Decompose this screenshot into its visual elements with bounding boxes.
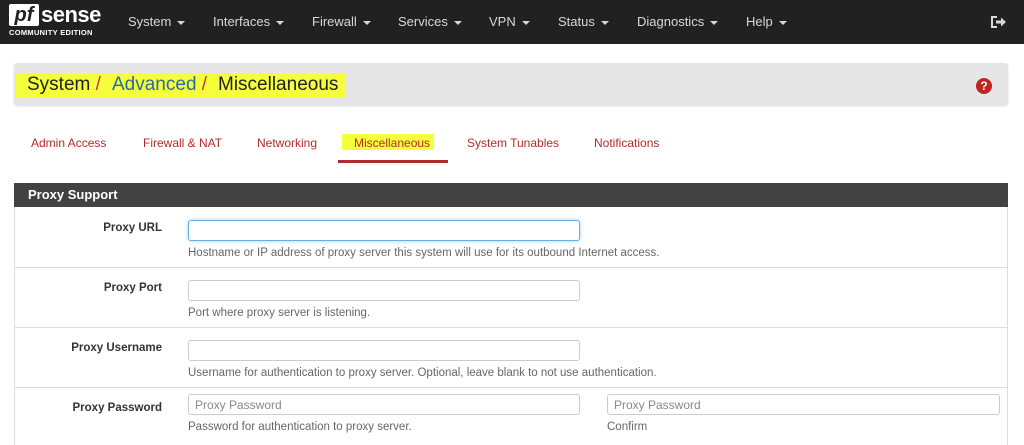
- tab-notifications[interactable]: Notifications: [594, 134, 659, 152]
- nav-firewall[interactable]: Firewall: [312, 0, 371, 44]
- nav-diagnostics-label: Diagnostics: [637, 14, 705, 29]
- proxy-port-help: Port where proxy server is listening.: [188, 307, 371, 319]
- caret-down-icon: [177, 20, 186, 25]
- nav-help-label: Help: [746, 14, 773, 29]
- proxy-username-help: Username for authentication to proxy ser…: [188, 367, 657, 379]
- logo-pf-mark: pf: [9, 4, 39, 26]
- nav-diagnostics[interactable]: Diagnostics: [637, 0, 719, 44]
- top-navbar: pf sense COMMUNITY EDITION System Interf…: [0, 0, 1024, 44]
- nav-status[interactable]: Status: [558, 0, 609, 44]
- nav-help[interactable]: Help: [746, 0, 787, 44]
- breadcrumb-advanced[interactable]: Advanced /: [112, 71, 207, 99]
- proxy-port-input[interactable]: [188, 280, 580, 301]
- logo-sense-text: sense: [41, 2, 101, 27]
- nav-interfaces[interactable]: Interfaces: [213, 0, 285, 44]
- proxy-username-input[interactable]: [188, 340, 580, 361]
- tab-networking[interactable]: Networking: [257, 134, 317, 152]
- nav-services[interactable]: Services: [398, 0, 462, 44]
- nav-interfaces-label: Interfaces: [213, 14, 271, 29]
- caret-down-icon: [600, 20, 609, 25]
- caret-down-icon: [521, 20, 530, 25]
- nav-firewall-label: Firewall: [312, 14, 357, 29]
- active-tab-underline: [338, 160, 448, 163]
- caret-down-icon: [362, 20, 371, 25]
- proxy-url-input[interactable]: [188, 220, 580, 241]
- tab-system-tunables[interactable]: System Tunables: [467, 134, 559, 152]
- proxy-password-confirm-input[interactable]: [607, 394, 1000, 415]
- proxy-url-help: Hostname or IP address of proxy server t…: [188, 247, 660, 259]
- proxy-password-label: Proxy Password: [72, 402, 162, 414]
- sign-out-icon[interactable]: [990, 14, 1006, 30]
- breadcrumb-system[interactable]: System /: [27, 71, 101, 99]
- nav-services-label: Services: [398, 14, 448, 29]
- proxy-username-label: Proxy Username: [71, 342, 162, 354]
- nav-system-label: System: [128, 14, 172, 29]
- proxy-url-label: Proxy URL: [103, 222, 162, 234]
- breadcrumb-system-label: System: [27, 74, 91, 95]
- pfsense-logo[interactable]: pf sense COMMUNITY EDITION: [9, 2, 101, 40]
- proxy-password-help: Password for authentication to proxy ser…: [188, 421, 412, 433]
- question-circle-icon[interactable]: ?: [976, 78, 992, 94]
- caret-down-icon: [710, 20, 719, 25]
- caret-down-icon: [778, 20, 787, 25]
- tab-firewall-nat[interactable]: Firewall & NAT: [143, 134, 222, 152]
- row-divider: [15, 327, 1007, 328]
- proxy-port-label: Proxy Port: [103, 282, 162, 294]
- breadcrumb-separator: /: [196, 74, 208, 95]
- breadcrumb-advanced-label: Advanced: [112, 74, 197, 95]
- breadcrumb-separator: /: [90, 74, 101, 95]
- tab-admin-access[interactable]: Admin Access: [31, 134, 106, 152]
- nav-system[interactable]: System: [128, 0, 186, 44]
- nav-status-label: Status: [558, 14, 595, 29]
- caret-down-icon: [453, 20, 462, 25]
- tab-miscellaneous[interactable]: Miscellaneous: [354, 134, 430, 152]
- proxy-password-input[interactable]: [188, 394, 580, 415]
- proxy-password-confirm-help: Confirm: [607, 421, 648, 433]
- row-divider: [15, 267, 1007, 268]
- logo-edition-text: COMMUNITY EDITION: [9, 28, 93, 37]
- caret-down-icon: [276, 20, 285, 25]
- row-divider: [15, 387, 1007, 388]
- panel-title: Proxy Support: [14, 183, 1008, 207]
- nav-vpn-label: VPN: [489, 14, 516, 29]
- nav-vpn[interactable]: VPN: [489, 0, 530, 44]
- breadcrumb-miscellaneous: Miscellaneous: [218, 74, 339, 95]
